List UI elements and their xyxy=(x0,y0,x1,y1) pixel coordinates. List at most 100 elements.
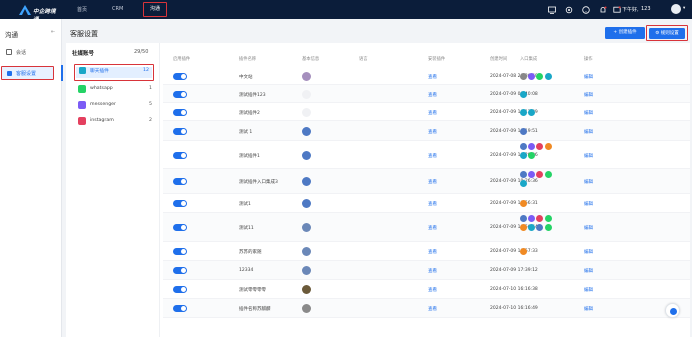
enable-toggle[interactable] xyxy=(173,305,187,312)
edit-link[interactable]: 编辑 xyxy=(584,153,593,159)
column-header: 基本信息 xyxy=(302,57,320,62)
enable-toggle[interactable] xyxy=(173,73,187,80)
edit-link[interactable]: 编辑 xyxy=(584,249,593,255)
sidebar-item-label: 客服设置 xyxy=(16,70,37,77)
rule-settings-button[interactable]: ⚙ 规则设置 xyxy=(649,27,685,39)
message-icon[interactable] xyxy=(612,5,621,14)
view-install-link[interactable]: 查看 xyxy=(428,153,437,159)
view-install-link[interactable]: 查看 xyxy=(428,92,437,98)
view-install-link[interactable]: 查看 xyxy=(428,306,437,312)
collapse-icon[interactable]: ⇤ xyxy=(51,29,55,35)
plugin-avatar xyxy=(302,223,311,232)
column-header: 操作 xyxy=(584,57,593,62)
edit-link[interactable]: 编辑 xyxy=(584,225,593,231)
view-install-link[interactable]: 查看 xyxy=(428,287,437,293)
table-row: 测试零零零零 查看 2024-07-10 16:16:38 编辑 xyxy=(163,280,690,299)
view-install-link[interactable]: 查看 xyxy=(428,129,437,135)
edit-link[interactable]: 编辑 xyxy=(584,287,593,293)
plugin-avatar xyxy=(302,151,311,160)
channel-icon xyxy=(520,171,527,178)
chat-plugin-icon xyxy=(79,67,86,74)
enable-toggle[interactable] xyxy=(173,200,187,207)
channel-icon xyxy=(528,109,536,116)
enable-toggle[interactable] xyxy=(173,152,187,159)
sidebar-item-label: 会话 xyxy=(16,50,27,56)
settings-icon[interactable] xyxy=(564,5,573,14)
channel-icon xyxy=(544,143,552,150)
table-row: 测试 1 查看 2024-07-09 10:19:51 编辑 xyxy=(163,121,690,141)
nav-home[interactable]: 首页 xyxy=(77,6,87,13)
account-item-instagram[interactable]: instagram 2 xyxy=(74,115,156,127)
enable-toggle[interactable] xyxy=(173,128,187,135)
nav-communication[interactable]: 沟通 xyxy=(143,2,167,17)
account-item-whatsapp[interactable]: whatsapp 1 xyxy=(74,83,156,95)
channel-icon xyxy=(536,73,544,80)
plugin-avatar xyxy=(302,108,311,117)
whatsapp-icon xyxy=(78,85,86,93)
view-install-link[interactable]: 查看 xyxy=(428,249,437,255)
top-navigation-bar: 中企跨境通 首页 CRM 沟通 下午好, 123 ▾ xyxy=(0,0,692,23)
plugin-name: 插件名称苏麒麟 xyxy=(239,307,271,312)
support-icon xyxy=(669,307,677,315)
channel-icon xyxy=(544,171,552,178)
view-install-link[interactable]: 查看 xyxy=(428,110,437,116)
edit-link[interactable]: 编辑 xyxy=(584,129,593,135)
view-install-link[interactable]: 查看 xyxy=(428,225,437,231)
view-install-link[interactable]: 查看 xyxy=(428,268,437,274)
view-install-link[interactable]: 查看 xyxy=(428,74,437,80)
help-icon[interactable] xyxy=(581,5,590,14)
service-icon xyxy=(7,70,12,76)
page-title: 客服设置 xyxy=(70,30,98,38)
enable-toggle[interactable] xyxy=(173,286,187,293)
screen-icon[interactable] xyxy=(547,5,556,14)
sidebar-item-session[interactable]: 会话 xyxy=(0,46,62,60)
edit-link[interactable]: 编辑 xyxy=(584,92,593,98)
account-item-chat-plugin[interactable]: 聊天插件 12 xyxy=(74,64,154,81)
channel-icons xyxy=(520,73,560,82)
table-row: 测试插件入口集成3 查看 2024-07-09 10:26:36 编辑 xyxy=(163,169,690,194)
edit-link[interactable]: 编辑 xyxy=(584,74,593,80)
table-row: 测试插件2 查看 2024-07-09 10:13:39 编辑 xyxy=(163,103,690,121)
enable-toggle[interactable] xyxy=(173,91,187,98)
account-item-messenger[interactable]: messenger 5 xyxy=(74,99,156,111)
table-row: 插件名称苏麒麟 查看 2024-07-10 16:16:49 编辑 xyxy=(163,299,690,318)
view-install-link[interactable]: 查看 xyxy=(428,201,437,207)
channel-icon xyxy=(520,180,527,187)
username[interactable]: 123 xyxy=(641,6,651,12)
customer-service-fab[interactable] xyxy=(665,303,680,318)
logo[interactable]: 中企跨境通 xyxy=(18,4,60,23)
enable-toggle[interactable] xyxy=(173,224,187,231)
active-indicator xyxy=(61,65,63,81)
channel-icons xyxy=(520,200,560,209)
create-plugin-button[interactable]: + 创建插件 xyxy=(605,27,645,39)
account-count: 2 xyxy=(149,118,152,123)
created-time: 2024-07-10 16:16:49 xyxy=(490,306,538,311)
account-count: 12 xyxy=(143,67,149,73)
channel-icons xyxy=(520,128,560,137)
chevron-down-icon[interactable]: ▾ xyxy=(683,6,685,11)
edit-link[interactable]: 编辑 xyxy=(584,306,593,312)
selected-highlight xyxy=(76,66,152,78)
enable-toggle[interactable] xyxy=(173,267,187,274)
view-install-link[interactable]: 查看 xyxy=(428,179,437,185)
table-row: 苏苏的家随 查看 2024-07-09 10:57:33 编辑 xyxy=(163,242,690,261)
enable-toggle[interactable] xyxy=(173,248,187,255)
nav-crm[interactable]: CRM xyxy=(112,6,123,12)
plugin-avatar xyxy=(302,285,311,294)
accounts-header: 社媒账号 xyxy=(72,51,95,57)
logo-icon xyxy=(19,5,31,15)
enable-toggle[interactable] xyxy=(173,109,187,116)
edit-link[interactable]: 编辑 xyxy=(584,110,593,116)
plugin-avatar xyxy=(302,247,311,256)
sidebar-item-service-settings[interactable]: 客服设置 xyxy=(1,66,54,80)
plugin-name: 中文站 xyxy=(239,75,253,80)
column-header: 启用插件 xyxy=(173,57,191,62)
edit-link[interactable]: 编辑 xyxy=(584,268,593,274)
notification-icon[interactable] xyxy=(598,5,607,14)
channel-icons xyxy=(520,171,560,189)
edit-link[interactable]: 编辑 xyxy=(584,179,593,185)
edit-link[interactable]: 编辑 xyxy=(584,201,593,207)
user-avatar[interactable] xyxy=(671,4,681,14)
enable-toggle[interactable] xyxy=(173,178,187,185)
plugin-name: 测试1 xyxy=(239,202,251,207)
